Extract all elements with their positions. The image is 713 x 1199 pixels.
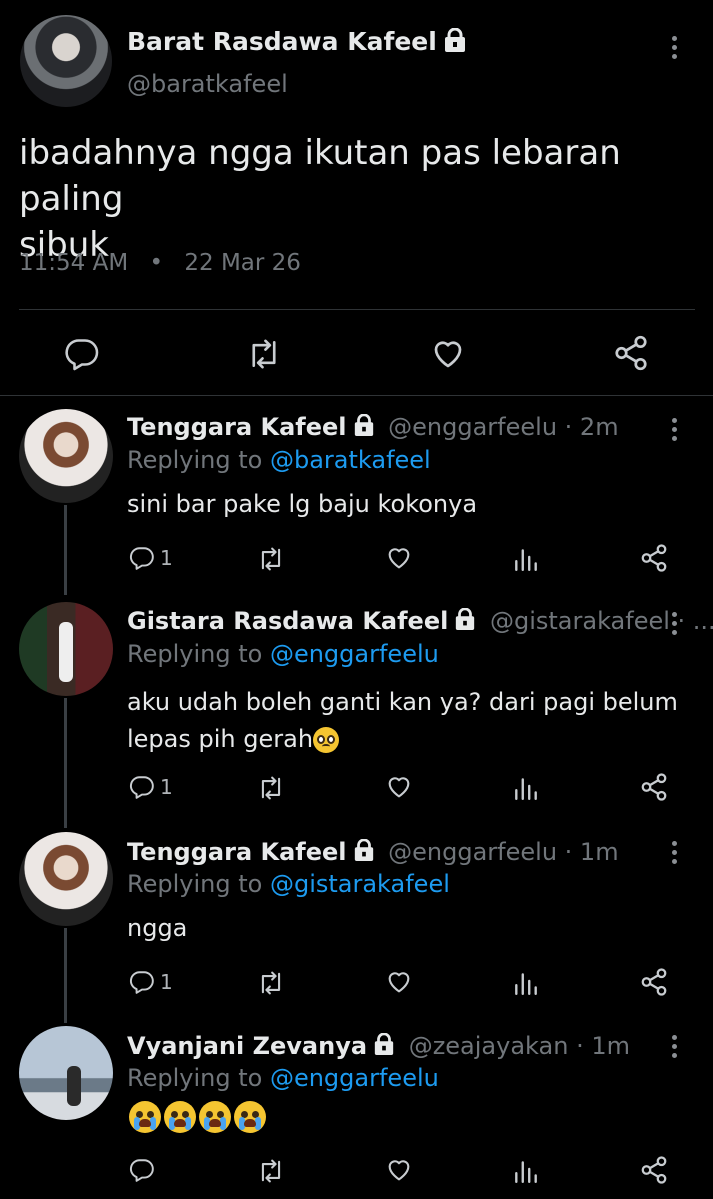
replying-prefix: Replying to [127, 640, 263, 668]
reply-text-line2: lepas pih gerah [127, 725, 314, 753]
reply-handle-time[interactable]: @gistarakafeel · ... [490, 607, 713, 635]
views-icon[interactable] [513, 773, 539, 801]
replying-prefix: Replying to [127, 446, 263, 474]
reply-header: Tenggara Kafeel @enggarfeelu · 2m [127, 413, 619, 442]
replying-to: Replying to @enggarfeelu [127, 640, 439, 668]
retweet-icon[interactable] [256, 969, 286, 997]
replying-to: Replying to @gistarakafeel [127, 870, 450, 898]
retweet-icon[interactable] [256, 545, 286, 573]
replying-prefix: Replying to [127, 870, 263, 898]
tweet-date: 22 Mar 26 [184, 250, 301, 276]
reply-handle-time[interactable]: @zeajayakan · 1m [409, 1032, 630, 1060]
retweet-icon[interactable] [256, 1157, 286, 1185]
crying-face-emoji [164, 1101, 196, 1133]
reply-count: 1 [160, 546, 173, 570]
divider-main [0, 395, 713, 396]
reply-text: aku udah boleh ganti kan ya? dari pagi b… [127, 684, 678, 758]
share-icon[interactable] [639, 772, 669, 802]
more-icon[interactable] [672, 612, 678, 639]
reply-handle-time[interactable]: @enggarfeelu · 1m [388, 838, 618, 866]
reply-count: 1 [160, 775, 173, 799]
pleading-face-emoji [313, 727, 340, 753]
more-icon[interactable] [672, 841, 678, 868]
replying-to: Replying to @baratkafeel [127, 446, 431, 474]
replying-to: Replying to @enggarfeelu [127, 1064, 439, 1092]
author-handle[interactable]: @baratkafeel [127, 70, 288, 98]
avatar-vyanjani[interactable] [19, 1026, 113, 1120]
reply-author-name[interactable]: Vyanjani Zevanya [127, 1032, 367, 1060]
views-icon[interactable] [513, 1156, 539, 1184]
reply-icon[interactable] [129, 774, 155, 800]
thread-line [64, 928, 67, 1023]
reply-author-name[interactable]: Tenggara Kafeel [127, 413, 347, 441]
avatar-barat[interactable] [20, 15, 112, 107]
share-icon[interactable] [639, 543, 669, 573]
replying-handle-link[interactable]: @enggarfeelu [270, 1064, 439, 1092]
tweet-text: ibadahnya ngga ikutan pas lebaran paling… [19, 130, 713, 268]
more-icon[interactable] [672, 418, 678, 445]
lock-icon [353, 838, 375, 867]
reply-author-name[interactable]: Gistara Rasdawa Kafeel [127, 607, 448, 635]
tweet-sep: • [149, 250, 164, 276]
views-icon[interactable] [513, 968, 539, 996]
reply-icon[interactable] [64, 336, 100, 372]
share-icon[interactable] [612, 334, 650, 372]
thread-line [64, 698, 67, 828]
reply-text-line1: aku udah boleh ganti kan ya? dari pagi b… [127, 688, 678, 716]
divider-actions [19, 309, 695, 310]
reply-text: ngga [127, 914, 188, 942]
retweet-icon[interactable] [256, 774, 286, 802]
avatar-gistara[interactable] [19, 602, 113, 696]
share-icon[interactable] [639, 967, 669, 997]
reply-header: Gistara Rasdawa Kafeel @gistarakafeel · … [127, 607, 713, 636]
reply-header: Vyanjani Zevanya @zeajayakan · 1m [127, 1032, 630, 1061]
replying-handle-link[interactable]: @gistarakafeel [270, 870, 450, 898]
thread-line [64, 505, 67, 595]
reply-count: 1 [160, 970, 173, 994]
reply-emojis [129, 1101, 269, 1133]
reply-handle-time[interactable]: @enggarfeelu · 2m [388, 413, 618, 441]
reply-header: Tenggara Kafeel @enggarfeelu · 1m [127, 838, 619, 867]
lock-icon [454, 607, 476, 636]
like-icon[interactable] [384, 968, 414, 996]
reply-icon[interactable] [129, 969, 155, 995]
avatar-tenggara[interactable] [19, 832, 113, 926]
share-icon[interactable] [639, 1155, 669, 1185]
replying-handle-link[interactable]: @enggarfeelu [270, 640, 439, 668]
like-icon[interactable] [384, 773, 414, 801]
reply-icon[interactable] [129, 545, 155, 571]
author-name[interactable]: Barat Rasdawa Kafeel [127, 27, 467, 58]
tweet-text-line1: ibadahnya ngga ikutan pas lebaran paling [19, 133, 621, 219]
like-icon[interactable] [384, 1156, 414, 1184]
replying-handle-link[interactable]: @baratkafeel [270, 446, 431, 474]
crying-face-emoji [129, 1101, 161, 1133]
reply-icon[interactable] [129, 1157, 155, 1183]
more-icon[interactable] [672, 36, 678, 63]
author-name-text: Barat Rasdawa Kafeel [127, 27, 437, 56]
tweet-timestamp: 11:54 AM • 22 Mar 26 [19, 250, 301, 276]
crying-face-emoji [199, 1101, 231, 1133]
views-icon[interactable] [513, 544, 539, 572]
retweet-icon[interactable] [245, 336, 283, 372]
replying-prefix: Replying to [127, 1064, 263, 1092]
like-icon[interactable] [384, 544, 414, 572]
reply-author-name[interactable]: Tenggara Kafeel [127, 838, 347, 866]
more-icon[interactable] [672, 1035, 678, 1062]
avatar-tenggara[interactable] [19, 409, 113, 503]
lock-icon [443, 27, 467, 58]
reply-text: sini bar pake lg baju kokonya [127, 490, 478, 518]
tweet-time: 11:54 AM [19, 250, 129, 276]
like-icon[interactable] [429, 336, 467, 372]
lock-icon [353, 413, 375, 442]
crying-face-emoji [234, 1101, 266, 1133]
lock-icon [373, 1032, 395, 1061]
